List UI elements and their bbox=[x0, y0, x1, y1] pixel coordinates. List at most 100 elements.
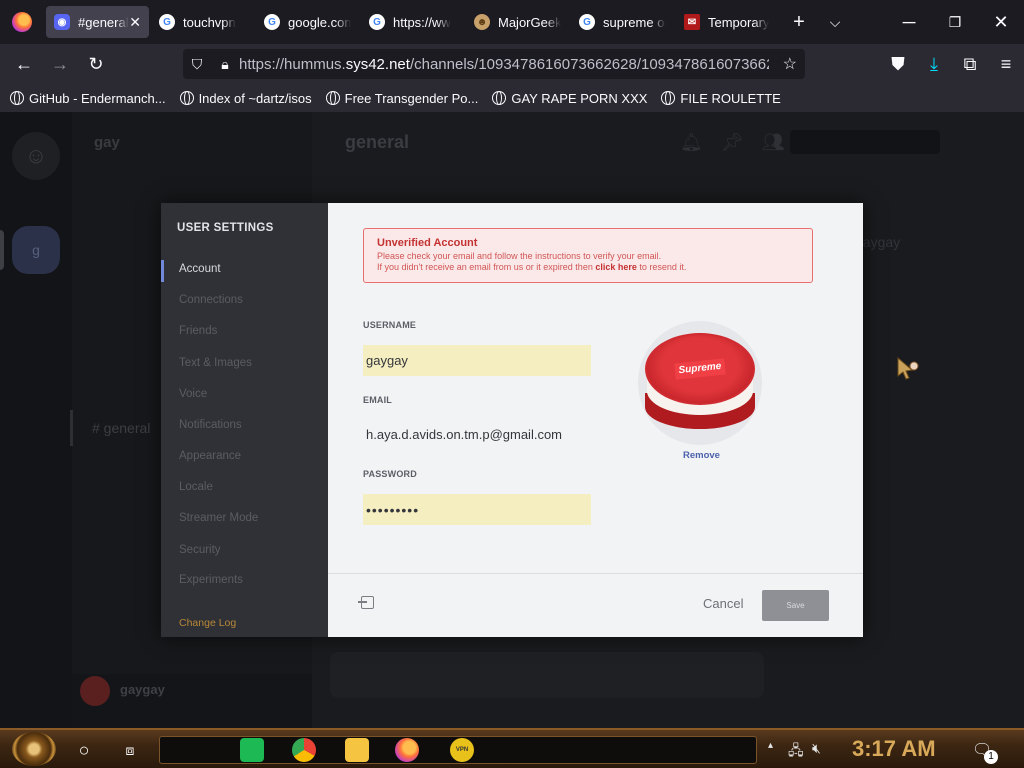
globe-icon bbox=[661, 91, 676, 105]
spotify-icon[interactable] bbox=[240, 738, 264, 762]
new-tab-button[interactable]: + bbox=[781, 6, 817, 38]
bookmark-star-icon[interactable]: ☆ bbox=[783, 54, 797, 74]
tab-majorgeeks[interactable]: ☻ MajorGeeks bbox=[466, 6, 569, 38]
bookmark-item[interactable]: Free Transgender Po... bbox=[325, 90, 479, 106]
message-composer[interactable] bbox=[330, 652, 764, 698]
taskbar: ○ ⧈ VPN PRO ▴ 🖧︎ 🔇︎ 3:17 AM 🗨︎ 1 bbox=[0, 728, 1024, 768]
tab-label: Temporary bbox=[708, 14, 770, 30]
volume-muted-icon[interactable]: 🔇︎ bbox=[812, 740, 821, 757]
file-explorer-icon[interactable] bbox=[345, 738, 369, 762]
server-selected-pill bbox=[0, 230, 4, 270]
user-settings-modal: USER SETTINGS Account Connections Friend… bbox=[161, 203, 863, 637]
username-field[interactable] bbox=[363, 345, 591, 376]
search-circle-icon[interactable]: ○ bbox=[72, 738, 96, 762]
tab-https[interactable]: G https://ww bbox=[361, 6, 464, 38]
channel-header: general bbox=[345, 132, 410, 152]
tab-label: google.com bbox=[288, 14, 351, 30]
settings-nav-appearance[interactable]: Appearance bbox=[179, 450, 241, 462]
google-icon: G bbox=[264, 14, 280, 30]
settings-nav-locale[interactable]: Locale bbox=[179, 481, 213, 493]
clock[interactable]: 3:17 AM bbox=[852, 736, 936, 762]
globe-icon bbox=[179, 91, 194, 105]
email-field[interactable] bbox=[363, 419, 603, 450]
username-label: USERNAME bbox=[363, 320, 417, 330]
bookmark-label: FILE ROULETTE bbox=[680, 90, 781, 106]
tab-temporary[interactable]: ✉ Temporary bbox=[676, 6, 779, 38]
server-list bbox=[0, 112, 72, 728]
menu-hamburger-icon[interactable]: ≡ bbox=[988, 48, 1024, 80]
tray-overflow-icon[interactable]: ▴ bbox=[768, 740, 773, 751]
firefox-logo-icon bbox=[12, 12, 32, 32]
avatar[interactable]: Supreme bbox=[638, 321, 762, 445]
settings-title: USER SETTINGS bbox=[177, 222, 274, 234]
url-domain: sys42.net bbox=[345, 55, 410, 73]
url-bar[interactable]: ⛉ 🔒︎ https://hummus.sys42.net/channels/1… bbox=[183, 49, 805, 79]
custom-cursor-icon bbox=[897, 356, 919, 380]
settings-nav-voice[interactable]: Voice bbox=[179, 388, 207, 400]
tab-general[interactable]: ◉ #general ✕ bbox=[46, 6, 149, 38]
user-panel bbox=[72, 674, 312, 728]
reload-icon[interactable]: ↻ bbox=[78, 48, 114, 80]
tab-label: MajorGeeks bbox=[498, 14, 561, 30]
navigation-toolbar: ← → ↻ ⛉ 🔒︎ https://hummus.sys42.net/chan… bbox=[0, 44, 1024, 84]
bookmark-item[interactable]: GAY RAPE PORN XXX bbox=[492, 91, 647, 106]
bookmark-item[interactable]: Index of ~dartz/isos bbox=[179, 91, 312, 106]
search-input[interactable] bbox=[790, 130, 940, 154]
tab-touchvpn[interactable]: G touchvpn bbox=[151, 6, 254, 38]
friends-home-icon[interactable]: ☺ bbox=[12, 132, 60, 180]
bookmark-label: Free Transgender Po... bbox=[344, 90, 479, 106]
forward-arrow-icon[interactable]: → bbox=[42, 48, 78, 80]
pocket-icon[interactable]: ⛊ bbox=[880, 48, 916, 80]
server-icon[interactable]: g bbox=[12, 226, 60, 274]
firefox-icon[interactable] bbox=[395, 738, 419, 762]
channel-item-general[interactable]: # general bbox=[92, 420, 150, 436]
extensions-icon[interactable]: ⧉ bbox=[952, 48, 988, 80]
tab-bar: ◉ #general ✕ G touchvpn G google.com G h… bbox=[0, 0, 1024, 44]
save-button[interactable]: Save bbox=[762, 590, 829, 621]
url-path: /channels/1093478616073662628/1093478616… bbox=[409, 55, 769, 73]
globe-icon bbox=[325, 91, 340, 105]
settings-nav-security[interactable]: Security bbox=[179, 544, 221, 556]
cancel-button[interactable]: Cancel bbox=[703, 596, 743, 611]
settings-nav-account[interactable]: Account bbox=[179, 263, 221, 275]
task-view-icon[interactable]: ⧈ bbox=[118, 738, 142, 762]
vpn-pro-icon[interactable]: VPN PRO bbox=[450, 738, 474, 762]
url-text[interactable]: https://hummus.sys42.net/channels/109347… bbox=[239, 56, 769, 73]
avatar[interactable] bbox=[80, 676, 110, 706]
bookmark-item[interactable]: FILE ROULETTE bbox=[661, 90, 781, 106]
oreo-avatar-image: Supreme bbox=[643, 333, 757, 433]
chrome-icon[interactable] bbox=[292, 738, 316, 762]
close-window-icon[interactable]: ✕ bbox=[978, 0, 1024, 44]
shield-icon[interactable]: ⛉ bbox=[183, 56, 211, 73]
settings-nav-friends[interactable]: Friends bbox=[179, 325, 217, 337]
password-field[interactable] bbox=[363, 494, 591, 525]
remove-avatar-link[interactable]: Remove bbox=[683, 450, 720, 461]
tab-label: https://ww bbox=[393, 14, 451, 30]
tab-close-button[interactable]: ✕ bbox=[129, 14, 141, 31]
list-tabs-chevron-icon[interactable]: ⌵ bbox=[817, 6, 853, 38]
settings-nav-text-images[interactable]: Text & Images bbox=[179, 357, 252, 369]
start-button[interactable] bbox=[12, 732, 56, 766]
server-name[interactable]: gay bbox=[94, 134, 120, 151]
lock-icon[interactable]: 🔒︎ bbox=[211, 56, 239, 73]
footer-divider bbox=[328, 573, 863, 574]
resend-email-link[interactable]: click here bbox=[595, 262, 637, 272]
settings-nav-streamer-mode[interactable]: Streamer Mode bbox=[179, 512, 258, 524]
majorgeeks-icon: ☻ bbox=[474, 14, 490, 30]
tab-google[interactable]: G google.com bbox=[256, 6, 359, 38]
minimize-icon[interactable]: ─ bbox=[886, 0, 932, 44]
downloads-icon[interactable]: ⤓ bbox=[916, 48, 952, 80]
settings-nav-connections[interactable]: Connections bbox=[179, 294, 243, 306]
tab-supreme[interactable]: G supreme oreo bbox=[571, 6, 674, 38]
settings-nav-notifications[interactable]: Notifications bbox=[179, 419, 242, 431]
back-arrow-icon[interactable]: ← bbox=[6, 48, 42, 80]
change-log-link[interactable]: Change Log bbox=[179, 617, 236, 629]
alert-message: Please check your email and follow the i… bbox=[377, 251, 662, 261]
bookmark-item[interactable]: GitHub - Endermanch... bbox=[10, 91, 166, 106]
header-toolbar-icons[interactable]: 🔔︎📌︎👥︎ bbox=[680, 132, 803, 153]
google-icon: G bbox=[579, 14, 595, 30]
restore-icon[interactable]: ❐ bbox=[932, 0, 978, 44]
settings-nav-experiments[interactable]: Experiments bbox=[179, 574, 243, 586]
network-icon[interactable]: 🖧︎ bbox=[788, 740, 804, 764]
logout-icon[interactable] bbox=[358, 596, 374, 609]
